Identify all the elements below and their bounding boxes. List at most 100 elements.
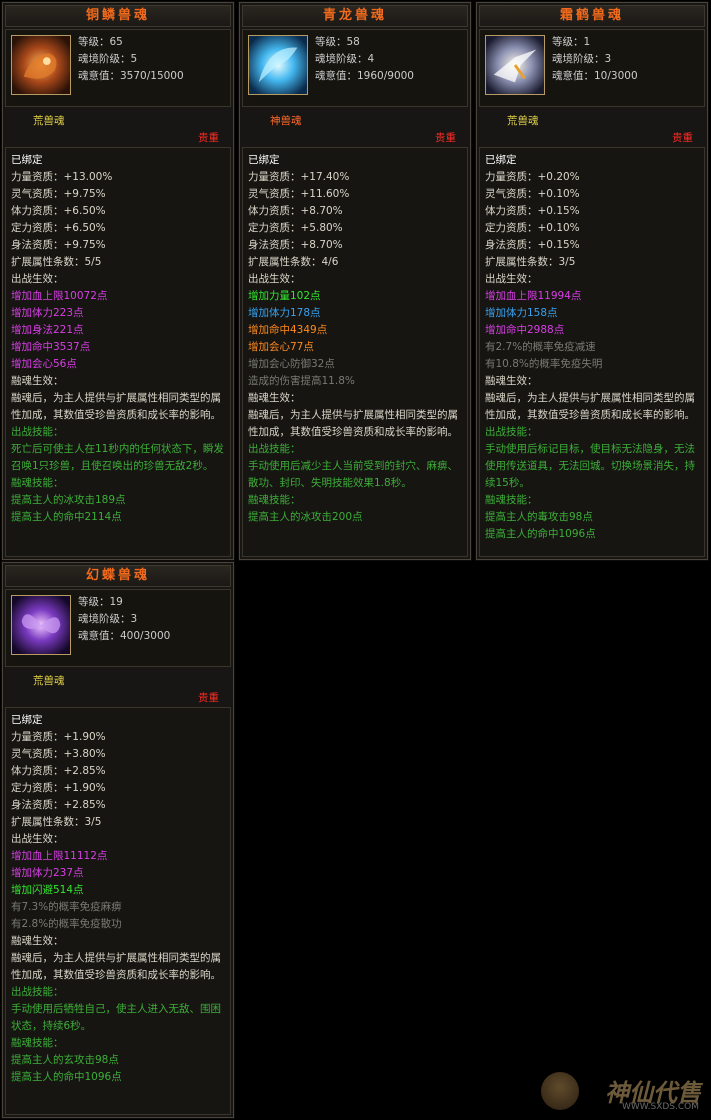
description-line: 手动使用后牺牲自己，使主人进入无敌、围困状态，持续6秒。 xyxy=(11,1003,221,1032)
description-line: 增加血上限11994点 xyxy=(485,290,582,302)
description-line: 定力资质：+6.50% xyxy=(11,222,106,234)
soul-type: 荒兽魂 xyxy=(507,115,539,127)
card-title: 青龙兽魂 xyxy=(242,5,468,27)
description-line: 出战生效： xyxy=(11,273,64,285)
description-line: 有2.7%的概率免疫减速 xyxy=(485,341,596,353)
description-line: 融魂生效： xyxy=(248,392,301,404)
description-line: 融魂生效： xyxy=(11,375,64,387)
description-line: 有7.3%的概率免疫麻痹 xyxy=(11,901,122,913)
description-line: 出战技能： xyxy=(11,426,64,438)
realm-text: 魂境阶级：3 xyxy=(552,53,612,65)
frost-crane-soul-icon[interactable] xyxy=(485,35,545,95)
description-line: 增加力量102点 xyxy=(248,290,321,302)
level-text: 等级：19 xyxy=(78,596,123,608)
description-line: 提高主人的命中1096点 xyxy=(485,528,596,540)
description-line: 体力资质：+8.70% xyxy=(248,205,343,217)
rarity-badge: 贵重 xyxy=(198,132,219,144)
realm-text: 魂境阶级：4 xyxy=(315,53,375,65)
description-line: 出战技能： xyxy=(248,443,301,455)
card-description: 已绑定 力量资质：+13.00% 灵气资质：+9.75% 体力资质：+6.50% 定力资… xyxy=(5,147,231,557)
level-text: 等级：1 xyxy=(552,36,591,48)
card-title: 幻蝶兽魂 xyxy=(5,565,231,587)
card-type-row: 神兽魂贵重 xyxy=(240,109,470,145)
description-line: 扩展属性条数：3/5 xyxy=(11,816,102,828)
card-header: 等级：1 魂境阶级：3 魂意值：10/3000 xyxy=(479,29,705,107)
description-line: 扩展属性条数：4/6 xyxy=(248,256,339,268)
description-line: 出战技能： xyxy=(485,426,538,438)
description-line: 提高主人的冰攻击200点 xyxy=(248,511,363,523)
description-line: 力量资质：+0.20% xyxy=(485,171,580,183)
realm-text: 魂境阶级：3 xyxy=(78,613,138,625)
soul-card: 幻蝶兽魂 等级：19 魂境阶级：3 魂意值：400/3000 荒兽魂 贵重 已绑定 力量资质：… xyxy=(1,561,235,1119)
description-line: 身法资质：+8.70% xyxy=(248,239,343,251)
description-line: 融魂技能： xyxy=(485,494,538,506)
description-line: 定力资质：+0.10% xyxy=(485,222,580,234)
card-title: 铜鳞兽魂 xyxy=(5,5,231,27)
level-text: 等级：65 xyxy=(78,36,123,48)
watermark-logo-icon xyxy=(541,1072,579,1110)
rarity-badge: 贵重 xyxy=(435,132,456,144)
card-type-row: 荒兽魂 贵重 xyxy=(477,109,707,145)
description-line: 体力资质：+2.85% xyxy=(11,765,106,777)
description-line: 增加血上限11112点 xyxy=(11,850,108,862)
description-line: 手动使用后减少主人当前受到的封穴、麻痹、散功、封印、失明技能效果1.8秒。 xyxy=(248,460,458,489)
description-line: 灵气资质：+3.80% xyxy=(11,748,106,760)
card-header: 等级：19 魂境阶级：3 魂意值：400/3000 xyxy=(5,589,231,667)
card-type-row: 荒兽魂贵重 xyxy=(3,109,233,145)
description-line: 增加体力178点 xyxy=(248,307,321,319)
description-line: 增加体力158点 xyxy=(485,307,558,319)
card-title: 霜鹤兽魂 xyxy=(479,5,705,27)
description-line: 已绑定 xyxy=(485,154,517,166)
realm-text: 魂境阶级：5 xyxy=(78,53,138,65)
soul-card: 铜鳞兽魂等级：65 魂境阶级：5 魂意值：3570/15000 荒兽魂贵重已绑定 力量资… xyxy=(1,1,235,561)
description-line: 融魂生效： xyxy=(11,935,64,947)
description-line: 增加命中4349点 xyxy=(248,324,328,336)
description-line: 定力资质：+1.90% xyxy=(11,782,106,794)
card-stats: 等级：19 魂境阶级：3 魂意值：400/3000 xyxy=(78,594,170,645)
description-line: 融魂技能： xyxy=(11,477,64,489)
description-line: 增加身法221点 xyxy=(11,324,84,336)
description-line: 已绑定 xyxy=(11,154,43,166)
soul-card: 青龙兽魂 等级：58 魂境阶级：4 魂意值：1960/9000 神兽魂 贵重 已绑定 力量资质… xyxy=(238,1,472,561)
description-line: 增加会心防御32点 xyxy=(248,358,335,370)
card-description: 已绑定 力量资质：+0.20% 灵气资质：+0.10% 体力资质：+0.15% 定力资质… xyxy=(479,147,705,557)
soul-type: 神兽魂 xyxy=(270,115,302,127)
description-line: 出战生效： xyxy=(11,833,64,845)
card-description: 已绑定 力量资质：+1.90% 灵气资质：+3.80% 体力资质：+2.85% 定力资质… xyxy=(5,707,231,1115)
description-line: 扩展属性条数：5/5 xyxy=(11,256,102,268)
description-line: 已绑定 xyxy=(11,714,43,726)
description-line: 灵气资质：+9.75% xyxy=(11,188,106,200)
description-line: 定力资质：+5.80% xyxy=(248,222,343,234)
soul-type: 荒兽魂 xyxy=(33,115,65,127)
description-line: 融魂后，为主人提供与扩展属性相同类型的属性加成，其数值受珍兽资质和成长率的影响。 xyxy=(248,409,458,438)
description-line: 增加血上限10072点 xyxy=(11,290,108,302)
description-line: 死亡后可使主人在11秒内的任何状态下，瞬发召唤1只珍兽，且使召唤出的珍兽无敌2秒… xyxy=(11,443,224,472)
description-line: 有2.8%的概率免疫散功 xyxy=(11,918,122,930)
description-line: 体力资质：+0.15% xyxy=(485,205,580,217)
card-stats: 等级：58 魂境阶级：4 魂意值：1960/9000 xyxy=(315,34,414,85)
description-line: 身法资质：+9.75% xyxy=(11,239,106,251)
phantom-butterfly-soul-icon[interactable] xyxy=(11,595,71,655)
azure-dragon-soul-icon[interactable] xyxy=(248,35,308,95)
description-line: 融魂后，为主人提供与扩展属性相同类型的属性加成，其数值受珍兽资质和成长率的影响。 xyxy=(11,392,221,421)
description-line: 身法资质：+2.85% xyxy=(11,799,106,811)
intent-text: 魂意值：3570/15000 xyxy=(78,70,184,82)
description-line: 已绑定 xyxy=(248,154,280,166)
level-text: 等级：58 xyxy=(315,36,360,48)
description-line: 力量资质：+17.40% xyxy=(248,171,350,183)
copper-scale-soul-icon[interactable] xyxy=(11,35,71,95)
description-line: 增加命中2988点 xyxy=(485,324,565,336)
card-header: 等级：65 魂境阶级：5 魂意值：3570/15000 xyxy=(5,29,231,107)
description-line: 提高主人的命中1096点 xyxy=(11,1071,122,1083)
description-line: 灵气资质：+11.60% xyxy=(248,188,350,200)
description-line: 提高主人的玄攻击98点 xyxy=(11,1054,119,1066)
card-stats: 等级：65 魂境阶级：5 魂意值：3570/15000 xyxy=(78,34,184,85)
description-line: 出战生效： xyxy=(485,273,538,285)
description-line: 增加会心56点 xyxy=(11,358,77,370)
card-type-row: 荒兽魂 贵重 xyxy=(3,669,233,705)
description-line: 增加体力223点 xyxy=(11,307,84,319)
description-line: 增加命中3537点 xyxy=(11,341,91,353)
description-line: 提高主人的冰攻击189点 xyxy=(11,494,126,506)
description-line: 手动使用后标记目标，使目标无法隐身，无法使用传送道具，无法回城。切换场景消失，持… xyxy=(485,443,695,489)
description-line: 融魂技能： xyxy=(11,1037,64,1049)
